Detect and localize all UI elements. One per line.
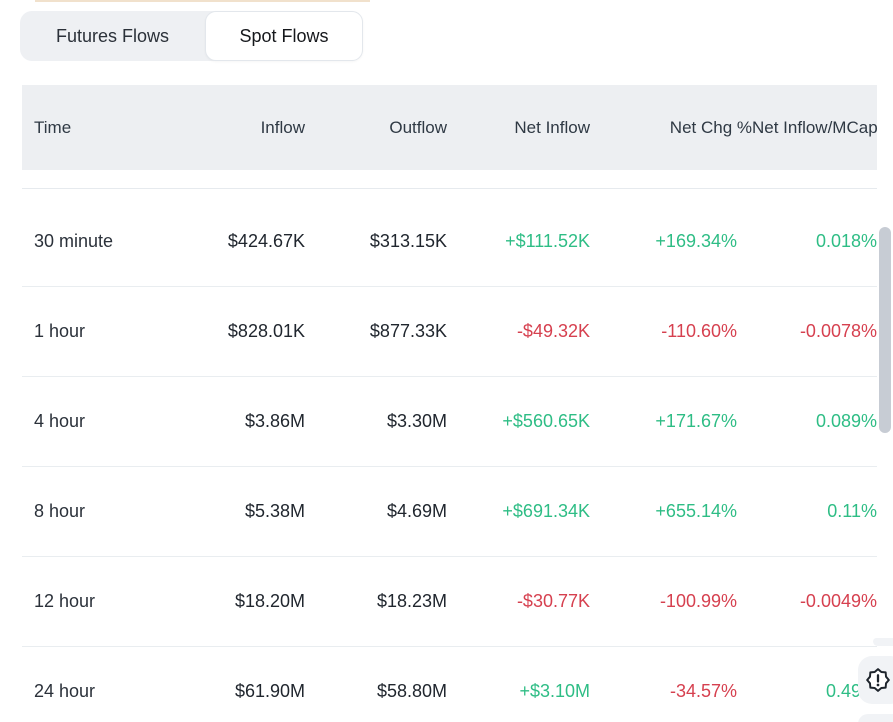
net-inflow-mcap-cell: 0.49% — [737, 681, 877, 702]
table-row-30-minute: 30 minute $424.67K $313.15K +$111.52K +1… — [22, 197, 877, 287]
table-row-4-hour: 4 hour $3.86M $3.30M +$560.65K +171.67% … — [22, 377, 877, 467]
header-divider — [22, 188, 877, 189]
outflow-cell: $4.69M — [305, 501, 447, 522]
net-chg-cell: -34.57% — [590, 681, 737, 702]
table-header: Time Inflow Outflow Net Inflow Net Chg %… — [22, 85, 877, 170]
table-row-8-hour: 8 hour $5.38M $4.69M +$691.34K +655.14% … — [22, 467, 877, 557]
column-header-net-chg: Net Chg % — [590, 118, 752, 138]
flows-tab-group: Futures Flows Spot Flows — [20, 11, 363, 61]
floating-button-partial-top[interactable] — [873, 638, 893, 646]
column-header-net-inflow-mcap: Net Inflow/MCap — [752, 118, 877, 138]
inflow-cell: $61.90M — [165, 681, 305, 702]
inflow-cell: $828.01K — [165, 321, 305, 342]
time-cell: 12 hour — [34, 591, 165, 612]
time-cell: 1 hour — [34, 321, 165, 342]
time-cell: 24 hour — [34, 681, 165, 702]
outflow-cell: $3.30M — [305, 411, 447, 432]
net-inflow-mcap-cell: -0.0049% — [737, 591, 877, 612]
net-chg-cell: +169.34% — [590, 231, 737, 252]
net-inflow-mcap-cell: 0.089% — [737, 411, 877, 432]
table-row-1-hour: 1 hour $828.01K $877.33K -$49.32K -110.6… — [22, 287, 877, 377]
outflow-cell: $313.15K — [305, 231, 447, 252]
top-accent-line — [35, 0, 370, 2]
inflow-cell: $424.67K — [165, 231, 305, 252]
column-header-outflow: Outflow — [305, 118, 447, 138]
outflow-cell: $58.80M — [305, 681, 447, 702]
net-chg-cell: +655.14% — [590, 501, 737, 522]
net-chg-cell: -110.60% — [590, 321, 737, 342]
net-inflow-mcap-cell: 0.018% — [737, 231, 877, 252]
inflow-cell: $18.20M — [165, 591, 305, 612]
net-inflow-cell: -$49.32K — [447, 321, 590, 342]
net-inflow-cell: +$111.52K — [447, 231, 590, 252]
tab-futures-flows[interactable]: Futures Flows — [20, 11, 205, 61]
table-row-24-hour: 24 hour $61.90M $58.80M +$3.10M -34.57% … — [22, 647, 877, 722]
floating-button-partial-bottom[interactable] — [858, 714, 893, 722]
spot-flows-panel: Futures Flows Spot Flows Time Inflow Out… — [0, 0, 893, 722]
time-cell: 8 hour — [34, 501, 165, 522]
feedback-button[interactable] — [858, 656, 893, 704]
net-chg-cell: -100.99% — [590, 591, 737, 612]
net-inflow-cell: -$30.77K — [447, 591, 590, 612]
net-inflow-cell: +$691.34K — [447, 501, 590, 522]
inflow-cell: $5.38M — [165, 501, 305, 522]
column-header-inflow: Inflow — [165, 118, 305, 138]
outflow-cell: $877.33K — [305, 321, 447, 342]
table-body: 30 minute $424.67K $313.15K +$111.52K +1… — [22, 197, 877, 722]
column-header-time: Time — [34, 118, 165, 138]
inflow-cell: $3.86M — [165, 411, 305, 432]
table-row-12-hour: 12 hour $18.20M $18.23M -$30.77K -100.99… — [22, 557, 877, 647]
net-inflow-cell: +$3.10M — [447, 681, 590, 702]
alert-badge-icon — [865, 667, 891, 693]
net-inflow-mcap-cell: 0.11% — [737, 501, 877, 522]
time-cell: 30 minute — [34, 231, 165, 252]
time-cell: 4 hour — [34, 411, 165, 432]
net-inflow-cell: +$560.65K — [447, 411, 590, 432]
column-header-net-inflow: Net Inflow — [447, 118, 590, 138]
outflow-cell: $18.23M — [305, 591, 447, 612]
net-inflow-mcap-cell: -0.0078% — [737, 321, 877, 342]
vertical-scrollbar-thumb[interactable] — [879, 227, 891, 433]
net-chg-cell: +171.67% — [590, 411, 737, 432]
tab-spot-flows[interactable]: Spot Flows — [205, 11, 363, 61]
